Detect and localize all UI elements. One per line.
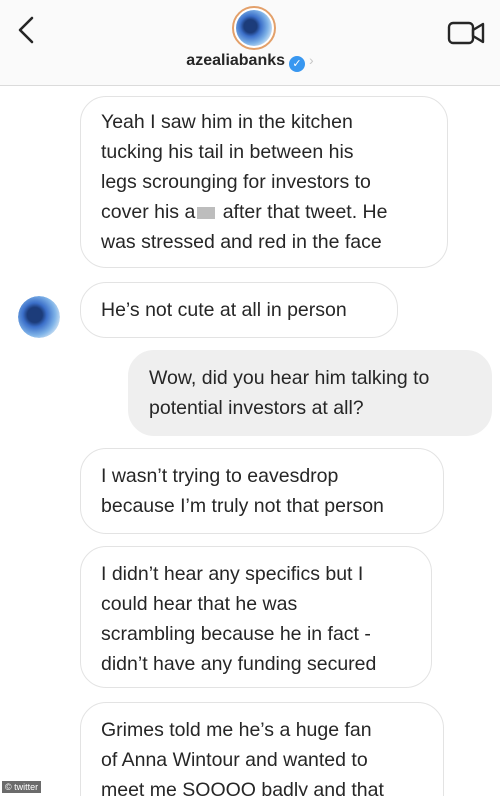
message-text: was stressed and red in the face: [101, 231, 382, 253]
message-text: He’s not cute at all in person: [101, 299, 347, 321]
message-bubble[interactable]: He’s not cute at all in person: [80, 282, 398, 338]
message-text: because I’m truly not that person: [101, 495, 384, 517]
message-text: tucking his tail in between his: [101, 141, 354, 163]
message-text: I didn’t hear any specifics but I: [101, 563, 364, 585]
redaction-block: [197, 206, 216, 219]
message-bubble[interactable]: Grimes told me he’s a huge fan of Anna W…: [80, 702, 444, 796]
watermark: © twitter: [2, 781, 42, 793]
chevron-right-icon: ›: [309, 52, 314, 68]
sender-avatar[interactable]: [18, 296, 60, 338]
profile-name-row[interactable]: azealiabanks ✓ ›: [0, 52, 500, 72]
message-text: Yeah I saw him in the kitchen: [101, 111, 353, 133]
message-text: I wasn’t trying to eavesdrop: [101, 465, 339, 487]
username[interactable]: azealiabanks: [186, 52, 285, 69]
verified-badge-icon: ✓: [289, 56, 306, 72]
chat-header: azealiabanks ✓ ›: [0, 0, 500, 86]
message-bubble[interactable]: Yeah I saw him in the kitchen tucking hi…: [80, 96, 448, 268]
video-camera-icon[interactable]: [446, 20, 486, 46]
avatar[interactable]: [232, 6, 276, 50]
message-bubble-sent[interactable]: Wow, did you hear him talking to potenti…: [128, 350, 492, 436]
message-text: Grimes told me he’s a huge fan: [101, 719, 372, 741]
message-bubble[interactable]: I didn’t hear any specifics but I could …: [80, 546, 432, 688]
message-text: of Anna Wintour and wanted to: [101, 749, 368, 771]
message-text: Wow, did you hear him talking to: [149, 367, 430, 389]
message-bubble[interactable]: I wasn’t trying to eavesdrop because I’m…: [80, 448, 444, 534]
message-text: scrambling because he in fact -: [101, 623, 371, 645]
message-text-with-redaction: cover his a after that tweet. He: [101, 201, 388, 223]
message-text: legs scrounging for investors to: [101, 171, 371, 193]
chevron-left-icon[interactable]: [10, 12, 46, 48]
message-text: didn’t have any funding secured: [101, 653, 377, 675]
message-text: could hear that he was: [101, 593, 298, 615]
message-text: meet me SOOOO badly and that: [101, 779, 384, 796]
message-text: potential investors at all?: [149, 397, 364, 419]
